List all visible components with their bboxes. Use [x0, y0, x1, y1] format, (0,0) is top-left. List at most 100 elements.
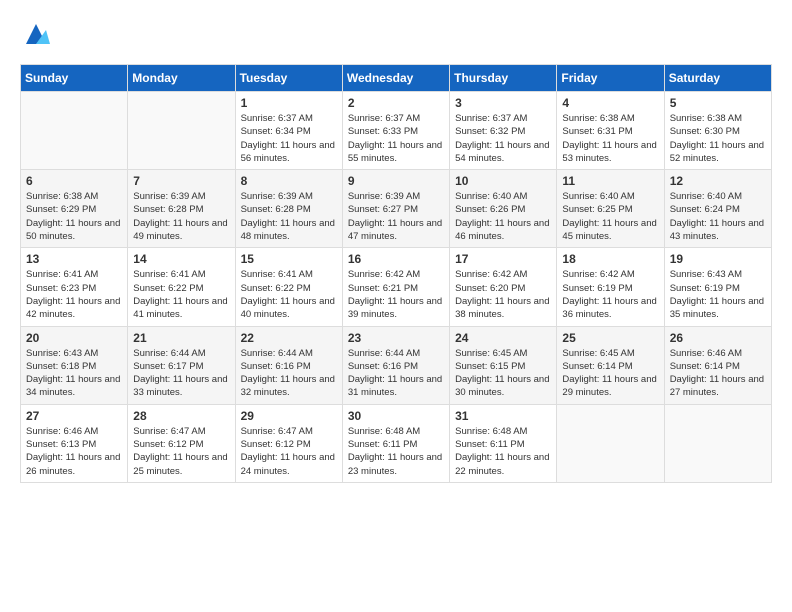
calendar-cell: 30Sunrise: 6:48 AM Sunset: 6:11 PM Dayli…	[342, 404, 449, 482]
weekday-monday: Monday	[128, 65, 235, 92]
calendar-cell: 3 Sunrise: 6:37 AM Sunset: 6:32 PM Daylig…	[450, 92, 557, 170]
day-info: Sunrise: 6:42 AM Sunset: 6:19 PM Dayligh…	[562, 268, 658, 321]
calendar-cell: 11Sunrise: 6:40 AM Sunset: 6:25 PM Dayli…	[557, 170, 664, 248]
day-info: Sunrise: 6:39 AM Sunset: 6:28 PM Dayligh…	[241, 190, 337, 243]
day-number: 7	[133, 174, 229, 188]
day-number: 9	[348, 174, 444, 188]
day-number: 5	[670, 96, 766, 110]
calendar-cell: 20 Sunrise: 6:43 AM Sunset: 6:18 PM Dayli…	[21, 326, 128, 404]
day-number: 1	[241, 96, 337, 110]
calendar-week-5: 27 Sunrise: 6:46 AM Sunset: 6:13 PM Dayli…	[21, 404, 772, 482]
calendar-cell: 26 Sunrise: 6:46 AM Sunset: 6:14 PM Dayli…	[664, 326, 771, 404]
day-info: Sunrise: 6:38 AM Sunset: 6:30 PM Dayligh…	[670, 112, 766, 165]
calendar-week-4: 20 Sunrise: 6:43 AM Sunset: 6:18 PM Dayli…	[21, 326, 772, 404]
calendar-cell: 23 Sunrise: 6:44 AM Sunset: 6:16 PM Dayli…	[342, 326, 449, 404]
day-number: 10	[455, 174, 551, 188]
calendar-cell: 21Sunrise: 6:44 AM Sunset: 6:17 PM Dayli…	[128, 326, 235, 404]
day-info: Sunrise: 6:46 AM Sunset: 6:14 PM Dayligh…	[670, 347, 766, 400]
day-number: 14	[133, 252, 229, 266]
day-info: Sunrise: 6:38 AM Sunset: 6:29 PM Dayligh…	[26, 190, 122, 243]
weekday-thursday: Thursday	[450, 65, 557, 92]
day-number: 6	[26, 174, 122, 188]
day-number: 13	[26, 252, 122, 266]
day-number: 2	[348, 96, 444, 110]
day-info: Sunrise: 6:44 AM Sunset: 6:16 PM Dayligh…	[348, 347, 444, 400]
calendar-cell: 7 Sunrise: 6:39 AM Sunset: 6:28 PM Daylig…	[128, 170, 235, 248]
calendar-cell: 27 Sunrise: 6:46 AM Sunset: 6:13 PM Dayli…	[21, 404, 128, 482]
calendar-cell: 19 Sunrise: 6:43 AM Sunset: 6:19 PM Dayli…	[664, 248, 771, 326]
calendar-cell: 2 Sunrise: 6:37 AM Sunset: 6:33 PM Daylig…	[342, 92, 449, 170]
calendar-cell: 4 Sunrise: 6:38 AM Sunset: 6:31 PM Daylig…	[557, 92, 664, 170]
weekday-header-row: SundayMondayTuesdayWednesdayThursdayFrid…	[21, 65, 772, 92]
weekday-saturday: Saturday	[664, 65, 771, 92]
calendar-cell: 25Sunrise: 6:45 AM Sunset: 6:14 PM Dayli…	[557, 326, 664, 404]
calendar-cell: 5 Sunrise: 6:38 AM Sunset: 6:30 PM Daylig…	[664, 92, 771, 170]
day-number: 19	[670, 252, 766, 266]
day-number: 17	[455, 252, 551, 266]
day-info: Sunrise: 6:42 AM Sunset: 6:20 PM Dayligh…	[455, 268, 551, 321]
day-number: 31	[455, 409, 551, 423]
calendar-cell: 31 Sunrise: 6:48 AM Sunset: 6:11 PM Dayli…	[450, 404, 557, 482]
day-info: Sunrise: 6:40 AM Sunset: 6:26 PM Dayligh…	[455, 190, 551, 243]
day-number: 27	[26, 409, 122, 423]
day-info: Sunrise: 6:39 AM Sunset: 6:28 PM Dayligh…	[133, 190, 229, 243]
calendar-cell	[557, 404, 664, 482]
day-info: Sunrise: 6:42 AM Sunset: 6:21 PM Dayligh…	[348, 268, 444, 321]
calendar-week-2: 6 Sunrise: 6:38 AM Sunset: 6:29 PM Daylig…	[21, 170, 772, 248]
day-number: 16	[348, 252, 444, 266]
weekday-friday: Friday	[557, 65, 664, 92]
day-info: Sunrise: 6:37 AM Sunset: 6:34 PM Dayligh…	[241, 112, 337, 165]
day-number: 26	[670, 331, 766, 345]
day-number: 4	[562, 96, 658, 110]
calendar-cell	[664, 404, 771, 482]
day-number: 18	[562, 252, 658, 266]
calendar-cell: 12Sunrise: 6:40 AM Sunset: 6:24 PM Dayli…	[664, 170, 771, 248]
calendar-cell: 1 Sunrise: 6:37 AM Sunset: 6:34 PM Daylig…	[235, 92, 342, 170]
day-info: Sunrise: 6:47 AM Sunset: 6:12 PM Dayligh…	[133, 425, 229, 478]
calendar-cell: 22 Sunrise: 6:44 AM Sunset: 6:16 PM Dayli…	[235, 326, 342, 404]
calendar-body: 1 Sunrise: 6:37 AM Sunset: 6:34 PM Daylig…	[21, 92, 772, 483]
calendar-cell: 14 Sunrise: 6:41 AM Sunset: 6:22 PM Dayli…	[128, 248, 235, 326]
calendar-cell: 8Sunrise: 6:39 AM Sunset: 6:28 PM Daylig…	[235, 170, 342, 248]
page-header	[20, 20, 772, 48]
calendar-cell: 29Sunrise: 6:47 AM Sunset: 6:12 PM Dayli…	[235, 404, 342, 482]
day-number: 23	[348, 331, 444, 345]
day-info: Sunrise: 6:44 AM Sunset: 6:17 PM Dayligh…	[133, 347, 229, 400]
day-info: Sunrise: 6:43 AM Sunset: 6:18 PM Dayligh…	[26, 347, 122, 400]
day-info: Sunrise: 6:41 AM Sunset: 6:23 PM Dayligh…	[26, 268, 122, 321]
calendar-cell: 13 Sunrise: 6:41 AM Sunset: 6:23 PM Dayli…	[21, 248, 128, 326]
logo-icon	[22, 20, 50, 48]
day-number: 22	[241, 331, 337, 345]
day-info: Sunrise: 6:37 AM Sunset: 6:33 PM Dayligh…	[348, 112, 444, 165]
day-info: Sunrise: 6:46 AM Sunset: 6:13 PM Dayligh…	[26, 425, 122, 478]
day-info: Sunrise: 6:38 AM Sunset: 6:31 PM Dayligh…	[562, 112, 658, 165]
day-number: 29	[241, 409, 337, 423]
day-info: Sunrise: 6:40 AM Sunset: 6:25 PM Dayligh…	[562, 190, 658, 243]
day-info: Sunrise: 6:48 AM Sunset: 6:11 PM Dayligh…	[455, 425, 551, 478]
day-info: Sunrise: 6:48 AM Sunset: 6:11 PM Dayligh…	[348, 425, 444, 478]
calendar-week-3: 13 Sunrise: 6:41 AM Sunset: 6:23 PM Dayli…	[21, 248, 772, 326]
day-number: 28	[133, 409, 229, 423]
day-info: Sunrise: 6:37 AM Sunset: 6:32 PM Dayligh…	[455, 112, 551, 165]
calendar-cell: 15 Sunrise: 6:41 AM Sunset: 6:22 PM Dayli…	[235, 248, 342, 326]
weekday-tuesday: Tuesday	[235, 65, 342, 92]
day-number: 24	[455, 331, 551, 345]
calendar-cell: 24 Sunrise: 6:45 AM Sunset: 6:15 PM Dayli…	[450, 326, 557, 404]
day-info: Sunrise: 6:45 AM Sunset: 6:15 PM Dayligh…	[455, 347, 551, 400]
day-info: Sunrise: 6:41 AM Sunset: 6:22 PM Dayligh…	[133, 268, 229, 321]
day-number: 15	[241, 252, 337, 266]
day-number: 3	[455, 96, 551, 110]
day-info: Sunrise: 6:40 AM Sunset: 6:24 PM Dayligh…	[670, 190, 766, 243]
weekday-wednesday: Wednesday	[342, 65, 449, 92]
calendar-cell: 16 Sunrise: 6:42 AM Sunset: 6:21 PM Dayli…	[342, 248, 449, 326]
calendar-cell: 17 Sunrise: 6:42 AM Sunset: 6:20 PM Dayli…	[450, 248, 557, 326]
calendar-cell: 10 Sunrise: 6:40 AM Sunset: 6:26 PM Dayli…	[450, 170, 557, 248]
day-info: Sunrise: 6:43 AM Sunset: 6:19 PM Dayligh…	[670, 268, 766, 321]
calendar-cell	[128, 92, 235, 170]
day-info: Sunrise: 6:44 AM Sunset: 6:16 PM Dayligh…	[241, 347, 337, 400]
calendar-week-1: 1 Sunrise: 6:37 AM Sunset: 6:34 PM Daylig…	[21, 92, 772, 170]
calendar-cell: 9Sunrise: 6:39 AM Sunset: 6:27 PM Daylig…	[342, 170, 449, 248]
day-number: 20	[26, 331, 122, 345]
day-info: Sunrise: 6:41 AM Sunset: 6:22 PM Dayligh…	[241, 268, 337, 321]
logo	[20, 20, 50, 48]
